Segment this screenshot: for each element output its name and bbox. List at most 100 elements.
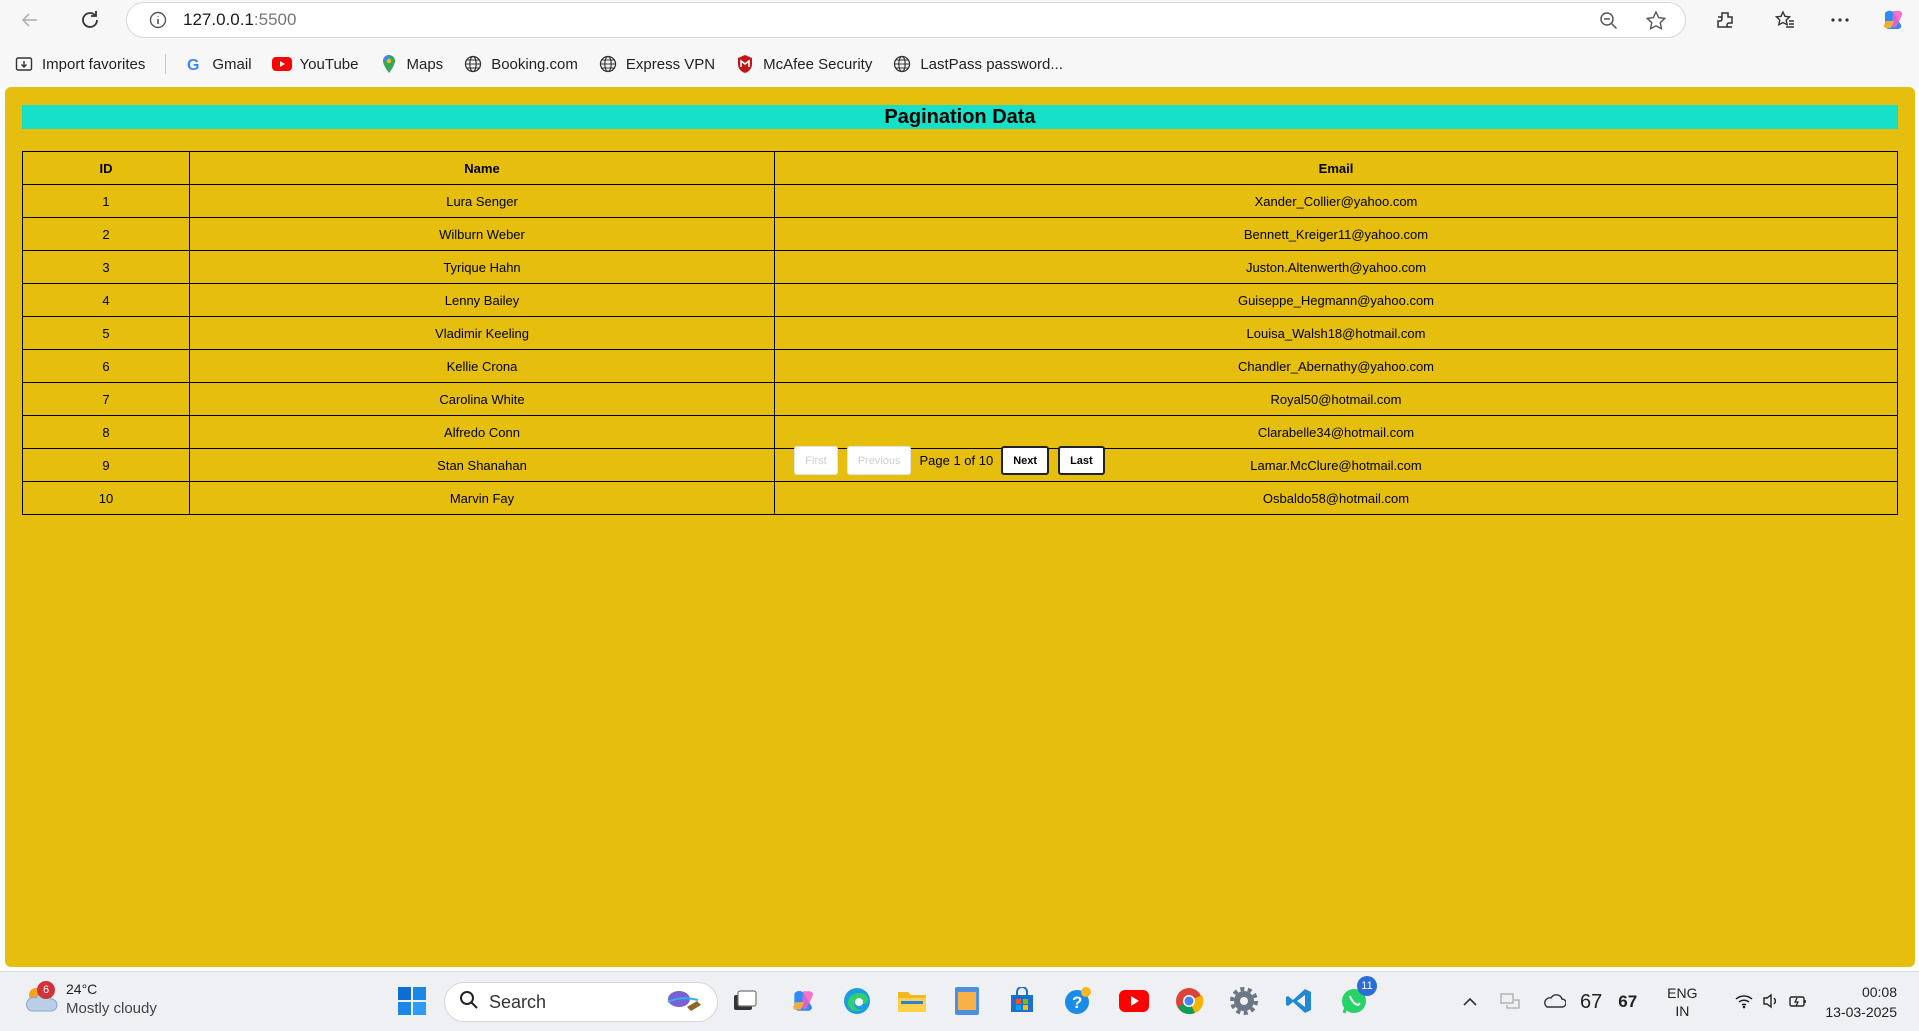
last-page-button[interactable]: Last bbox=[1058, 446, 1105, 475]
tray-counter-2[interactable]: 67 bbox=[1618, 992, 1637, 1012]
bookmark-youtube[interactable]: YouTube bbox=[264, 50, 367, 78]
whatsapp-badge: 11 bbox=[1357, 976, 1377, 996]
bookmark-mcafee[interactable]: McAfee Security bbox=[727, 50, 880, 78]
table-row: 4 Lenny Bailey Guiseppe_Hegmann@yahoo.co… bbox=[22, 283, 1898, 317]
battery-icon[interactable] bbox=[1788, 993, 1808, 1012]
mcafee-icon bbox=[735, 54, 755, 74]
url-host: 127.0.0.1 bbox=[183, 10, 254, 29]
cell-name: Lura Senger bbox=[189, 184, 775, 218]
import-icon bbox=[14, 54, 34, 74]
page-indicator: Page 1 of 10 bbox=[919, 453, 994, 468]
cell-id: 3 bbox=[22, 250, 190, 284]
bookmark-booking[interactable]: Booking.com bbox=[455, 50, 586, 78]
back-button[interactable] bbox=[14, 4, 46, 36]
more-options-icon[interactable] bbox=[1826, 6, 1854, 34]
table-row: 8 Alfredo Conn Clarabelle34@hotmail.com bbox=[22, 415, 1898, 449]
search-label: Search bbox=[489, 991, 547, 1012]
cell-name: Wilburn Weber bbox=[189, 217, 775, 251]
task-view-icon[interactable] bbox=[728, 984, 762, 1018]
settings-icon[interactable] bbox=[1227, 984, 1261, 1018]
taskbar-search[interactable]: Search bbox=[444, 982, 718, 1022]
edge-icon[interactable] bbox=[840, 984, 874, 1018]
bookmark-express-vpn[interactable]: Express VPN bbox=[590, 50, 723, 78]
cloud-icon: 6 bbox=[22, 981, 60, 1017]
zoom-out-icon[interactable] bbox=[1599, 11, 1619, 36]
weather-widget[interactable]: 6 24°C Mostly cloudy bbox=[22, 980, 157, 1018]
column-header-email: Email bbox=[774, 151, 1898, 185]
bookmark-maps[interactable]: Maps bbox=[371, 50, 452, 78]
refresh-button[interactable] bbox=[74, 4, 106, 36]
system-tray: 67 67 ENG IN bbox=[1462, 972, 1808, 1031]
table-row: 10 Marvin Fay Osbaldo58@hotmail.com bbox=[22, 481, 1898, 515]
svg-text:G: G bbox=[187, 57, 199, 73]
cell-name: Carolina White bbox=[189, 382, 775, 416]
maps-icon bbox=[379, 54, 399, 74]
first-page-button[interactable]: First bbox=[794, 446, 838, 475]
file-explorer-icon[interactable] bbox=[895, 984, 929, 1018]
table-row: 5 Vladimir Keeling Louisa_Walsh18@hotmai… bbox=[22, 316, 1898, 350]
cell-name: Tyrique Hahn bbox=[189, 250, 775, 284]
copilot-taskbar-icon[interactable] bbox=[786, 984, 820, 1018]
url-text: 127.0.0.1:5500 bbox=[183, 10, 296, 30]
site-info-icon[interactable] bbox=[147, 9, 169, 31]
cell-email: Xander_Collier@yahoo.com bbox=[774, 184, 1898, 218]
previous-page-button[interactable]: Previous bbox=[846, 446, 912, 475]
start-icon[interactable] bbox=[395, 984, 429, 1018]
table-row: 7 Carolina White Royal50@hotmail.com bbox=[22, 382, 1898, 416]
cell-id: 6 bbox=[22, 349, 190, 383]
language-code: ENG bbox=[1667, 985, 1698, 1001]
whatsapp-icon[interactable]: 11 bbox=[1337, 976, 1377, 1018]
cell-name: Vladimir Keeling bbox=[189, 316, 775, 350]
bookmark-label: McAfee Security bbox=[763, 55, 873, 73]
globe-icon bbox=[892, 54, 912, 74]
chrome-icon[interactable] bbox=[1172, 984, 1206, 1018]
photos-icon[interactable] bbox=[950, 984, 984, 1018]
help-icon[interactable]: ? bbox=[1061, 984, 1095, 1018]
vscode-icon[interactable] bbox=[1282, 984, 1316, 1018]
extensions-icon[interactable] bbox=[1711, 6, 1739, 34]
copilot-icon[interactable] bbox=[1879, 6, 1907, 34]
next-page-button[interactable]: Next bbox=[1001, 446, 1050, 475]
table-header-row: ID Name Email bbox=[22, 151, 1898, 185]
volume-icon[interactable] bbox=[1762, 993, 1780, 1012]
refresh-icon bbox=[82, 11, 98, 28]
cell-name: Kellie Crona bbox=[189, 349, 775, 383]
cell-id: 4 bbox=[22, 283, 190, 317]
globe-icon bbox=[463, 54, 483, 74]
bookmark-lastpass[interactable]: LastPass password... bbox=[884, 50, 1071, 78]
temperature: 24°C bbox=[66, 981, 98, 997]
bookmark-import-favorites[interactable]: Import favorites bbox=[6, 50, 153, 78]
table-row: 1 Lura Senger Xander_Collier@yahoo.com bbox=[22, 184, 1898, 218]
favorite-star-icon[interactable] bbox=[1645, 10, 1667, 37]
search-icon bbox=[459, 990, 479, 1015]
cell-email: Louisa_Walsh18@hotmail.com bbox=[774, 316, 1898, 350]
cell-email: Chandler_Abernathy@yahoo.com bbox=[774, 349, 1898, 383]
language-indicator[interactable]: ENG IN bbox=[1667, 984, 1697, 1020]
table-row: 6 Kellie Crona Chandler_Abernathy@yahoo.… bbox=[22, 349, 1898, 383]
weather-condition: Mostly cloudy bbox=[66, 1000, 157, 1017]
youtube-app-icon[interactable] bbox=[1117, 984, 1151, 1018]
cell-id: 8 bbox=[22, 415, 190, 449]
clock-date: 13-03-2025 bbox=[1825, 1004, 1897, 1020]
taskbar: 6 24°C Mostly cloudy Search ? 11 67 67 E… bbox=[0, 971, 1919, 1031]
chevron-up-icon[interactable] bbox=[1462, 994, 1478, 1010]
url-port: :5500 bbox=[253, 10, 297, 29]
bookmark-gmail[interactable]: G Gmail bbox=[176, 50, 259, 78]
page-content: Pagination Data ID Name Email 1 Lura Sen… bbox=[5, 87, 1915, 967]
wifi-icon[interactable] bbox=[1734, 993, 1754, 1012]
back-arrow-icon bbox=[21, 13, 37, 27]
page-title-bar: Pagination Data bbox=[22, 105, 1898, 129]
onedrive-icon[interactable] bbox=[1542, 993, 1567, 1012]
tray-counter-1[interactable]: 67 bbox=[1580, 991, 1602, 1014]
search-highlight-icon bbox=[665, 987, 703, 1018]
store-icon[interactable] bbox=[1005, 984, 1039, 1018]
pagination-controls: First Previous Page 1 of 10 Next Last bbox=[0, 446, 1909, 475]
address-bar[interactable]: 127.0.0.1:5500 bbox=[126, 2, 1686, 38]
network-activity-icon[interactable] bbox=[1500, 992, 1520, 1013]
clock[interactable]: 00:08 13-03-2025 bbox=[1825, 982, 1897, 1022]
favorites-icon[interactable] bbox=[1771, 6, 1799, 34]
bookmark-label: Gmail bbox=[212, 55, 252, 73]
svg-text:?: ? bbox=[1072, 993, 1082, 1012]
column-header-name: Name bbox=[189, 151, 775, 185]
table-row: 2 Wilburn Weber Bennett_Kreiger11@yahoo.… bbox=[22, 217, 1898, 251]
